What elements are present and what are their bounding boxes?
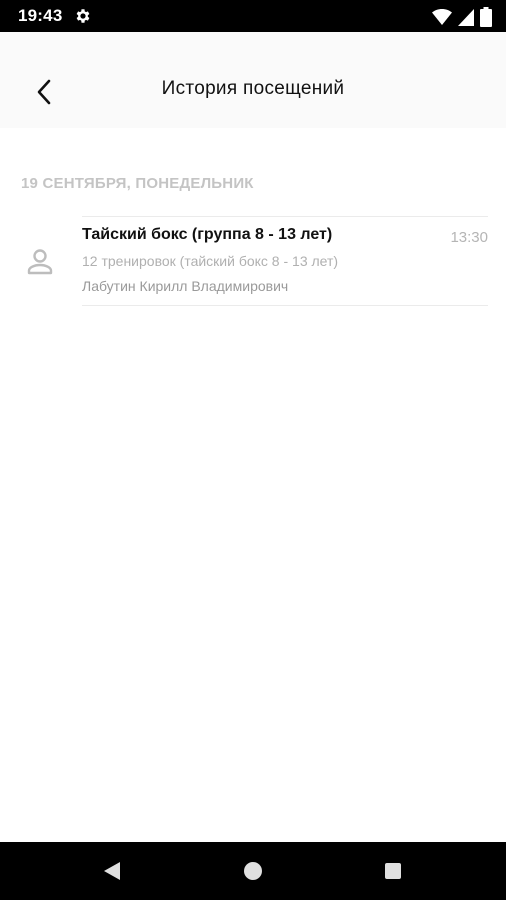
- divider: [82, 216, 488, 217]
- status-icons: [432, 7, 492, 27]
- person-icon: [27, 249, 53, 275]
- back-triangle-icon: [104, 862, 120, 880]
- battery-icon: [480, 7, 492, 27]
- recents-square-icon: [385, 863, 401, 879]
- visit-subscription: 12 тренировок (тайский бокс 8 - 13 лет): [82, 253, 339, 269]
- nav-recents-button[interactable]: [378, 856, 408, 886]
- status-bar: 19:43: [0, 0, 506, 32]
- wifi-icon: [432, 9, 452, 25]
- app-bar: История посещений: [0, 32, 506, 128]
- page-title: История посещений: [161, 78, 345, 99]
- divider: [82, 305, 488, 306]
- gear-icon: [76, 9, 90, 23]
- visit-list-item[interactable]: Тайский бокс (группа 8 - 13 лет) 13:30 1…: [0, 216, 506, 306]
- signal-icon: [458, 9, 474, 26]
- status-time: 19:43: [18, 6, 63, 25]
- nav-home-button[interactable]: [238, 856, 268, 886]
- system-nav-bar: [0, 842, 506, 900]
- nav-back-button[interactable]: [97, 856, 127, 886]
- date-section-header: 19 СЕНТЯБРЯ, ПОНЕДЕЛЬНИК: [21, 175, 254, 192]
- visit-title: Тайский бокс (группа 8 - 13 лет): [82, 226, 333, 243]
- visit-trainer: Лабутин Кирилл Владимирович: [82, 278, 289, 294]
- home-circle-icon: [244, 862, 262, 880]
- visit-time: 13:30: [450, 229, 488, 246]
